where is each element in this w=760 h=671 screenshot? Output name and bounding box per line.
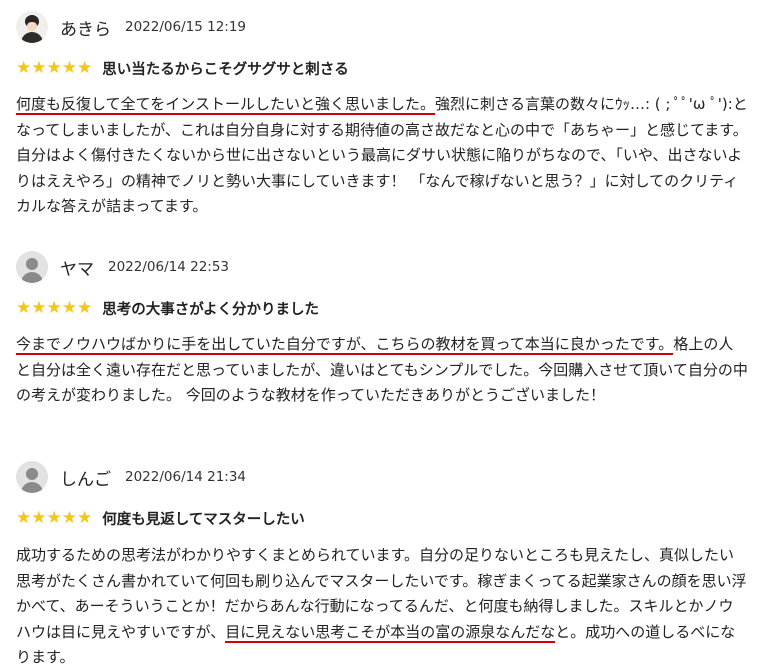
review-header: しんご 2022/06/14 21:34 — [16, 461, 246, 493]
review-body: 今までノウハウばかりに手を出していた自分ですが、こちらの教材を買って本当に良かっ… — [16, 332, 748, 409]
review-header: あきら 2022/06/15 12:19 — [16, 11, 246, 43]
user-avatar-icon — [16, 461, 48, 493]
review-date: 2022/06/14 21:34 — [125, 469, 247, 485]
reviewer-name: ヤマ — [60, 259, 94, 280]
review-title: 何度も見返してマスターしたい — [102, 511, 305, 528]
review-title: 思考の大事さがよく分かりました — [102, 301, 319, 318]
review-header: ヤマ 2022/06/14 22:53 — [16, 251, 229, 283]
highlighted-text: 何度も反復して全てをインストールしたいと強く思いました。 — [16, 95, 435, 115]
user-avatar-icon — [16, 251, 48, 283]
star-rating: ★★★★★ 思考の大事さがよく分かりました — [16, 298, 319, 318]
reviewer-name: しんご — [60, 469, 111, 490]
highlighted-text: 今までノウハウばかりに手を出していた自分ですが、こちらの教材を買って本当に良かっ… — [16, 335, 674, 355]
star-icons: ★★★★★ — [16, 508, 93, 528]
review-date: 2022/06/15 12:19 — [125, 19, 247, 35]
review-title: 思い当たるからこそグサグサと刺さる — [102, 61, 349, 78]
reviewer-name: あきら — [60, 19, 111, 40]
review-body: 何度も反復して全てをインストールしたいと強く思いました。強烈に刺さる言葉の数々に… — [16, 92, 748, 220]
star-icons: ★★★★★ — [16, 298, 93, 318]
star-rating: ★★★★★ 思い当たるからこそグサグサと刺さる — [16, 58, 349, 78]
star-rating: ★★★★★ 何度も見返してマスターしたい — [16, 508, 305, 528]
review-date: 2022/06/14 22:53 — [108, 259, 230, 275]
highlighted-text: 目に見えない思考こそが本当の富の源泉なんだな — [225, 622, 556, 643]
user-avatar — [16, 11, 48, 43]
review-body: 成功するための思考法がわかりやすくまとめられています。自分の足りないところも見え… — [16, 543, 748, 671]
star-icons: ★★★★★ — [16, 58, 93, 78]
